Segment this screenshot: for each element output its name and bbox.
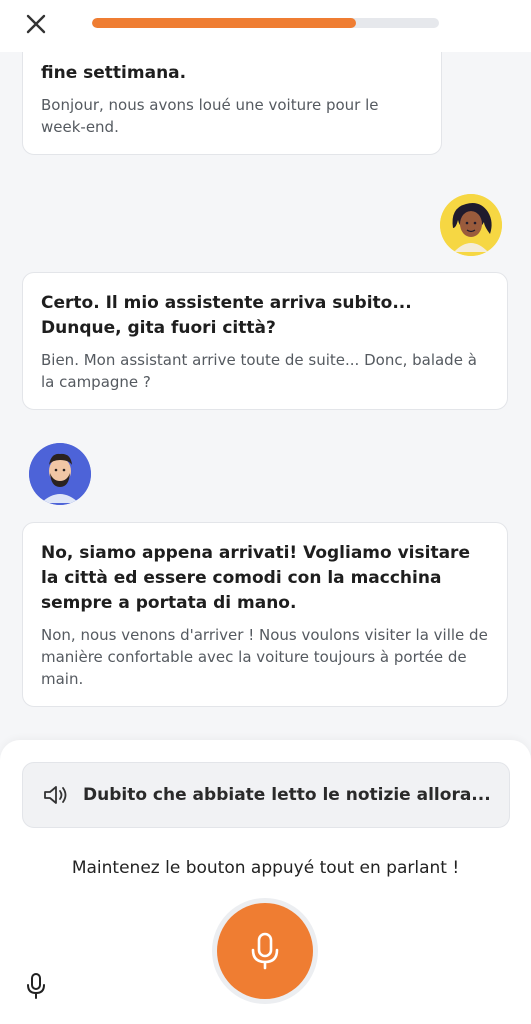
message-bubble: Certo. Il mio assistente arriva subito..… <box>22 272 508 410</box>
message-french-translation: Non, nous venons d'arriver ! Nous voulon… <box>41 626 488 688</box>
record-button-ring <box>212 898 318 1004</box>
lesson-progress-bar <box>92 18 439 28</box>
bottom-panel: Dubito che abbiate letto le notizie allo… <box>0 740 531 1024</box>
message-italian-text: fine settimana. <box>41 63 187 83</box>
message-french-translation: Bonjour, nous avons loué une voiture pou… <box>41 96 379 136</box>
avatar-woman <box>440 194 502 256</box>
speaker-icon <box>44 786 67 804</box>
message-bubble: No, siamo appena arrivati! Vogliamo visi… <box>22 522 508 707</box>
close-button[interactable] <box>22 10 50 38</box>
message-italian-text: No, siamo appena arrivati! Vogliamo visi… <box>41 543 470 613</box>
record-button[interactable] <box>217 903 313 999</box>
microphone-icon <box>251 932 279 970</box>
message-french-translation: Bien. Mon assistant arrive toute de suit… <box>41 351 477 391</box>
progress-fill <box>92 18 356 28</box>
hold-to-speak-instruction: Maintenez le bouton appuyé tout en parla… <box>71 858 460 878</box>
microphone-icon <box>27 973 45 999</box>
top-bar <box>0 0 531 52</box>
message-italian-text: Certo. Il mio assistente arriva subito..… <box>41 293 412 338</box>
hint-text: Dubito che abbiate letto le notizie allo… <box>83 785 491 805</box>
chat-area: fine settimana. Bonjour, nous avons loué… <box>0 0 531 740</box>
avatar-man <box>29 443 91 505</box>
close-icon <box>26 14 46 34</box>
hint-suggestion-button[interactable]: Dubito che abbiate letto le notizie allo… <box>22 762 510 828</box>
voice-settings-button[interactable] <box>22 970 50 1002</box>
